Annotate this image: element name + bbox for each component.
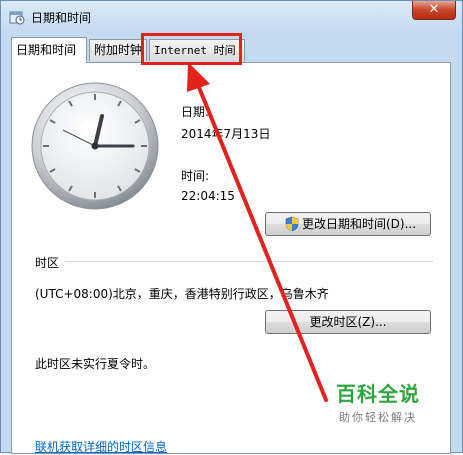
close-button[interactable]: ✕: [412, 1, 456, 20]
title-bar: 日期和时间 ✕: [1, 1, 462, 33]
change-date-time-button[interactable]: 更改日期和时间(D)...: [265, 212, 431, 236]
timezone-section-label: 时区: [35, 256, 60, 270]
date-label: 日期:: [181, 105, 210, 119]
close-icon: ✕: [428, 2, 440, 17]
timezone-value: (UTC+08:00)北京，重庆，香港特别行政区，乌鲁木齐: [35, 287, 329, 301]
divider: [65, 261, 433, 262]
clock-app-icon: [9, 11, 25, 25]
dst-note: 此时区未实行夏令时。: [35, 357, 156, 371]
analog-clock: [31, 82, 159, 210]
change-timezone-button[interactable]: 更改时区(Z)...: [265, 310, 431, 334]
time-value: 22:04:15: [181, 189, 235, 203]
uac-shield-icon: [285, 216, 299, 232]
tab-date-time[interactable]: 日期和时间: [11, 37, 87, 63]
highlight-box: [141, 33, 242, 65]
date-value: 2014年7月13日: [181, 127, 271, 141]
timezone-info-link[interactable]: 联机获取详细的时区信息: [35, 438, 167, 455]
change-date-time-label: 更改日期和时间(D)...: [302, 217, 417, 231]
watermark-main: 百科全说: [336, 382, 420, 406]
window-title: 日期和时间: [31, 11, 92, 25]
tab-additional-clocks[interactable]: 附加时钟: [89, 39, 147, 61]
baike-watermark: 百科全说 助你轻松解决: [323, 378, 433, 425]
date-time-dialog: 日期和时间 ✕ 日期和时间 附加时钟 Internet 时间 日期: 2014年…: [0, 0, 463, 455]
time-label: 时间:: [181, 169, 210, 183]
watermark-sub: 助你轻松解决: [339, 411, 417, 424]
